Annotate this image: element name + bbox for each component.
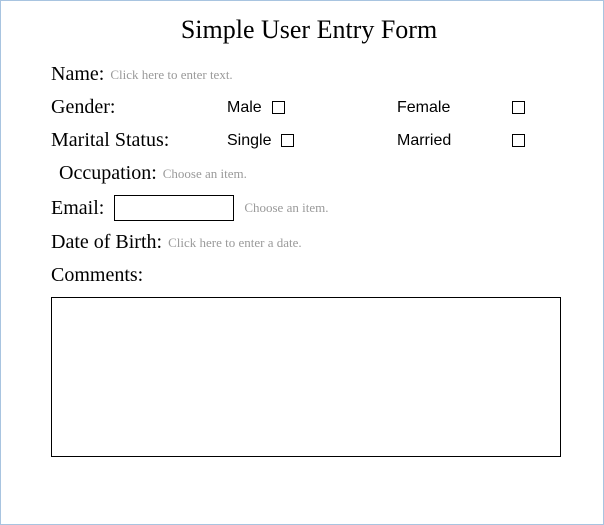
gender-male-label: Male	[227, 99, 262, 117]
gender-option-female: Female	[397, 99, 567, 117]
row-dob: Date of Birth: Click here to enter a dat…	[51, 231, 567, 254]
comments-textarea[interactable]	[51, 297, 561, 457]
gender-female-label: Female	[397, 99, 450, 117]
row-name: Name: Click here to enter text.	[51, 63, 567, 86]
gender-female-checkbox[interactable]	[512, 101, 525, 114]
comments-label: Comments:	[51, 264, 143, 286]
occupation-label: Occupation:	[59, 162, 157, 185]
email-input[interactable]	[114, 195, 234, 221]
form-page: Simple User Entry Form Name: Click here …	[0, 0, 604, 525]
gender-male-checkbox[interactable]	[272, 101, 285, 114]
marital-options: Single Married	[227, 132, 567, 150]
email-label: Email:	[51, 197, 104, 220]
marital-single-checkbox[interactable]	[281, 134, 294, 147]
marital-single-label: Single	[227, 132, 271, 150]
marital-label: Marital Status:	[51, 129, 169, 152]
row-occupation: Occupation: Choose an item.	[51, 162, 567, 185]
email-select-placeholder[interactable]: Choose an item.	[244, 200, 328, 216]
row-comments: Comments:	[51, 264, 567, 463]
name-label: Name:	[51, 63, 104, 86]
occupation-select[interactable]: Choose an item.	[163, 166, 247, 182]
page-title: Simple User Entry Form	[51, 15, 567, 45]
row-email: Email: Choose an item.	[51, 195, 567, 221]
gender-label: Gender:	[51, 96, 115, 119]
gender-option-male: Male	[227, 99, 397, 117]
dob-input[interactable]: Click here to enter a date.	[168, 235, 302, 251]
marital-option-single: Single	[227, 132, 397, 150]
marital-option-married: Married	[397, 132, 567, 150]
marital-married-label: Married	[397, 132, 451, 150]
row-gender: Gender: Male Female	[51, 96, 567, 119]
row-marital: Marital Status: Single Married	[51, 129, 567, 152]
name-input[interactable]: Click here to enter text.	[110, 67, 232, 83]
marital-married-checkbox[interactable]	[512, 134, 525, 147]
gender-options: Male Female	[227, 99, 567, 117]
dob-label: Date of Birth:	[51, 231, 162, 254]
